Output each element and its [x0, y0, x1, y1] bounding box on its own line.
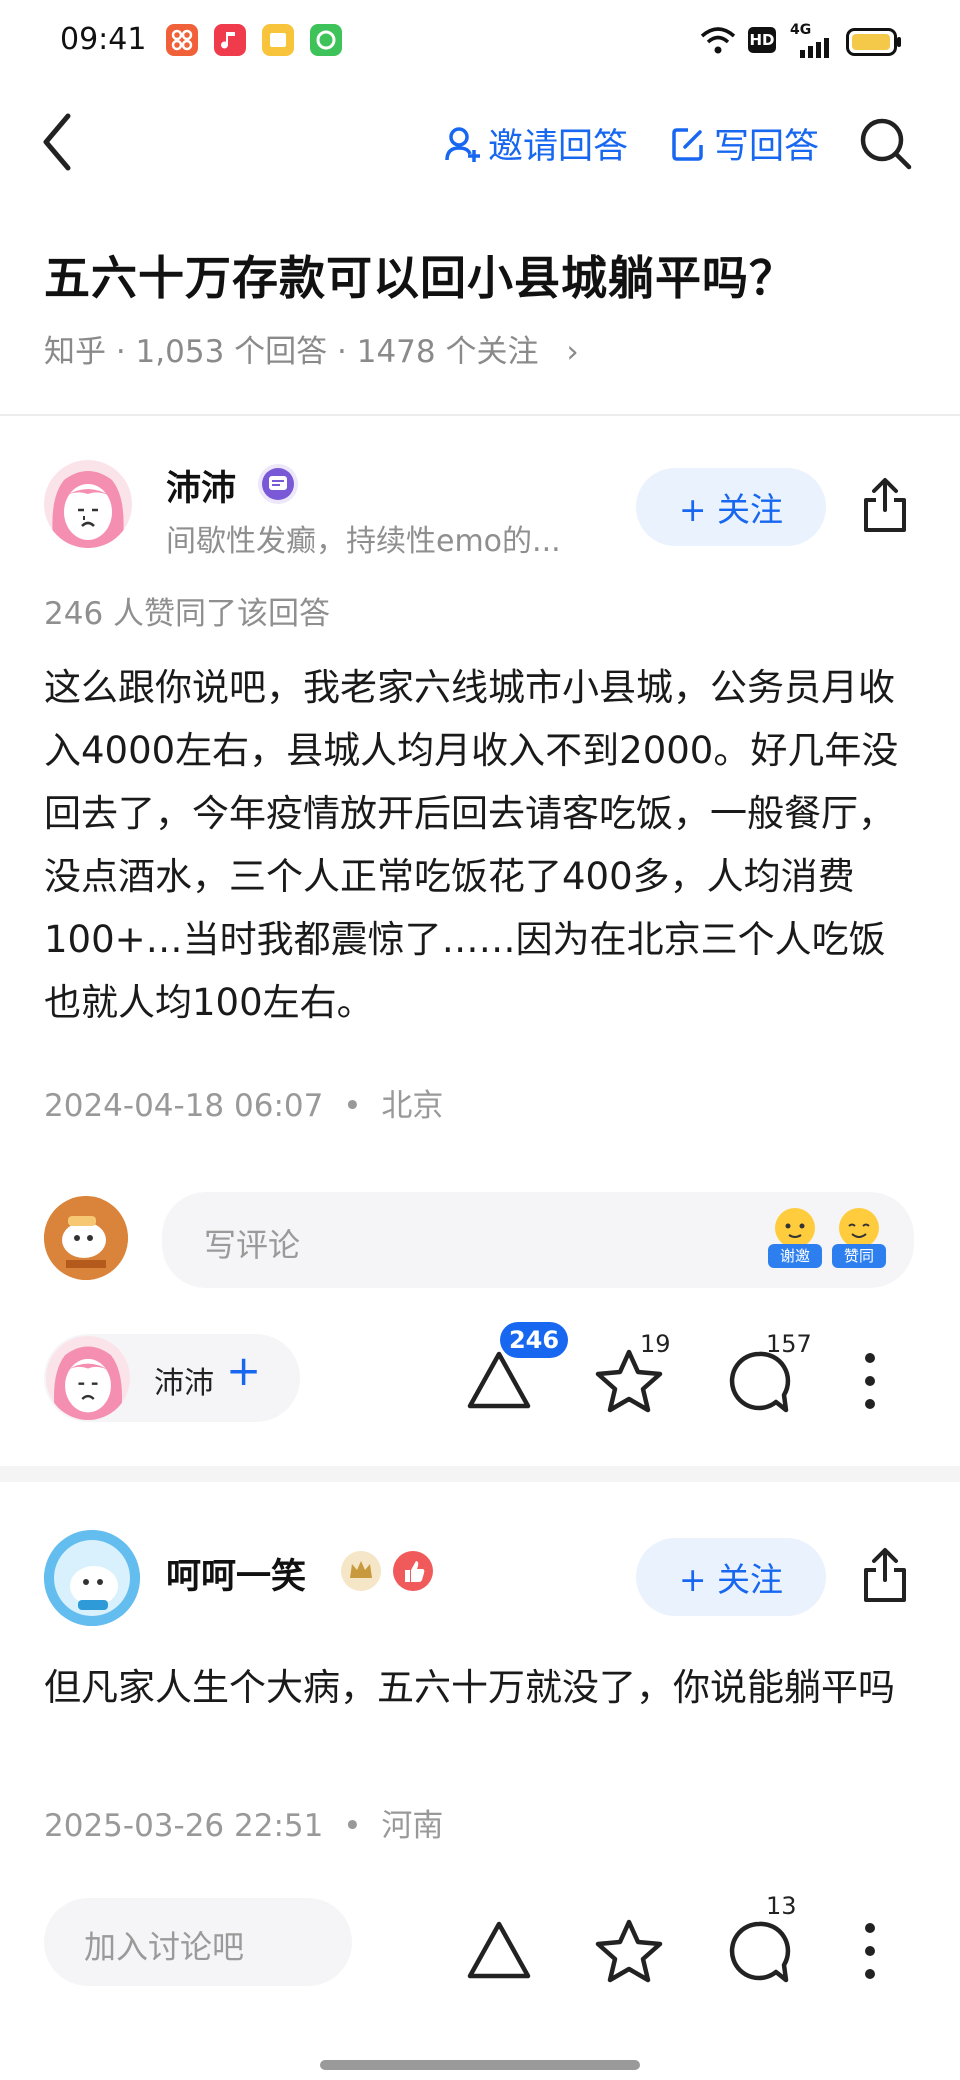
member-badge-icon: [258, 464, 298, 504]
upvote-triangle-icon: [467, 1921, 531, 1979]
status-time: 09:41: [60, 22, 147, 57]
comment-share-button[interactable]: [860, 1546, 910, 1608]
author-chip-name: 沛沛: [154, 1366, 214, 1401]
home-indicator[interactable]: [320, 2060, 640, 2070]
share-button[interactable]: [860, 476, 910, 538]
upvote-count-badge: 246: [500, 1322, 568, 1358]
write-answer-button[interactable]: 写回答: [670, 118, 819, 169]
chevron-right-icon: ›: [566, 334, 579, 370]
current-user-avatar: [44, 1196, 128, 1280]
invite-answer-label: 邀请回答: [488, 127, 629, 167]
discussion-input-placeholder: 加入讨论吧: [84, 1928, 245, 1966]
author-chip-avatar: [46, 1336, 130, 1420]
answer-author-bio: 间歇性发癫，持续性emo的...: [166, 524, 561, 559]
star-icon: [595, 1919, 663, 1983]
comment-favorite-button[interactable]: [594, 1916, 664, 1986]
comment-author-name[interactable]: 呵呵一笑: [166, 1548, 306, 1599]
search-button[interactable]: [858, 116, 914, 172]
discussion-input[interactable]: 加入讨论吧: [44, 1898, 352, 1986]
comment-time: 2025-03-26 22:51: [44, 1808, 324, 1844]
signal-icon: [792, 38, 832, 62]
comment-count: 157: [766, 1330, 812, 1358]
sticker-thanks-button[interactable]: 谢邀: [768, 1206, 822, 1270]
hd-icon: HD: [748, 27, 776, 53]
more-options-button[interactable]: [858, 1346, 882, 1416]
comment-bubble-icon: [729, 1921, 791, 1983]
comment-input[interactable]: 写评论 谢邀 赞同: [162, 1192, 914, 1288]
author-chip-follow-icon[interactable]: +: [226, 1346, 261, 1395]
thumbs-badge-icon: [392, 1550, 434, 1592]
comment-content[interactable]: 但凡家人生个大病，五六十万就没了，你说能躺平吗: [44, 1656, 912, 1719]
comment-reply-button[interactable]: [724, 1916, 794, 1986]
answer-time: 2024-04-18 06:07: [44, 1088, 324, 1124]
answer-meta: 2024-04-18 06:07 • 北京: [44, 1080, 443, 1125]
crown-badge-icon: [340, 1550, 382, 1592]
status-bar: 09:41 HD 4G: [0, 0, 960, 88]
comment-location: 河南: [381, 1808, 444, 1844]
comment-meta-dot: •: [343, 1808, 362, 1844]
question-meta-text: 知乎 · 1,053 个回答 · 1478 个关注: [44, 334, 539, 370]
comment-follow-button[interactable]: + 关注: [636, 1538, 826, 1616]
more-dots-icon: [865, 1923, 875, 1979]
battery-icon: [846, 28, 902, 60]
invite-user-icon: [445, 126, 480, 162]
wifi-icon: [700, 26, 736, 60]
question-meta[interactable]: 知乎 · 1,053 个回答 · 1478 个关注 ›: [44, 326, 579, 371]
answer-location: 北京: [381, 1088, 444, 1124]
share-icon: [864, 478, 906, 532]
comment-meta: 2025-03-26 22:51 • 河南: [44, 1800, 443, 1845]
top-nav: 邀请回答 写回答: [0, 88, 960, 208]
comment-input-placeholder: 写评论: [204, 1226, 301, 1264]
author-chip[interactable]: 沛沛 +: [44, 1334, 300, 1422]
back-button[interactable]: [36, 112, 84, 172]
chat-green-icon: [310, 24, 342, 56]
back-arrow-icon: [43, 113, 71, 171]
header-divider: [0, 414, 960, 416]
comment-more-button[interactable]: [858, 1916, 882, 1986]
comment-upvote-button[interactable]: [464, 1906, 534, 1986]
network-label: 4G: [790, 22, 812, 38]
search-icon: [860, 118, 912, 170]
answer-author-name[interactable]: 沛沛: [166, 460, 236, 511]
answer-likes-summary: 246 人赞同了该回答: [44, 596, 331, 632]
question-title[interactable]: 五六十万存款可以回小县城躺平吗？: [44, 242, 796, 308]
music-red-icon: [214, 24, 246, 56]
edit-icon: [672, 127, 703, 161]
comment-author-avatar[interactable]: [44, 1530, 140, 1626]
section-separator: [0, 1466, 960, 1482]
answer-meta-dot: •: [343, 1088, 362, 1124]
favorite-count: 19: [640, 1330, 671, 1358]
more-dots-icon: [865, 1353, 875, 1409]
sticker-agree-label: 赞同: [832, 1244, 886, 1268]
app-orange-icon: [166, 24, 198, 56]
comment-reply-count: 13: [766, 1892, 797, 1920]
answer-content[interactable]: 这么跟你说吧，我老家六线城市小县城，公务员月收入4000左右，县城人均月收入不到…: [44, 656, 912, 1034]
sticker-agree-button[interactable]: 赞同: [832, 1206, 886, 1270]
sticker-thanks-label: 谢邀: [768, 1244, 822, 1268]
write-answer-label: 写回答: [714, 127, 820, 167]
invite-answer-button[interactable]: 邀请回答: [444, 118, 628, 169]
follow-button[interactable]: + 关注: [636, 468, 826, 546]
note-yellow-icon: [262, 24, 294, 56]
share-icon: [864, 1548, 906, 1602]
answer-author-avatar[interactable]: [44, 460, 132, 548]
